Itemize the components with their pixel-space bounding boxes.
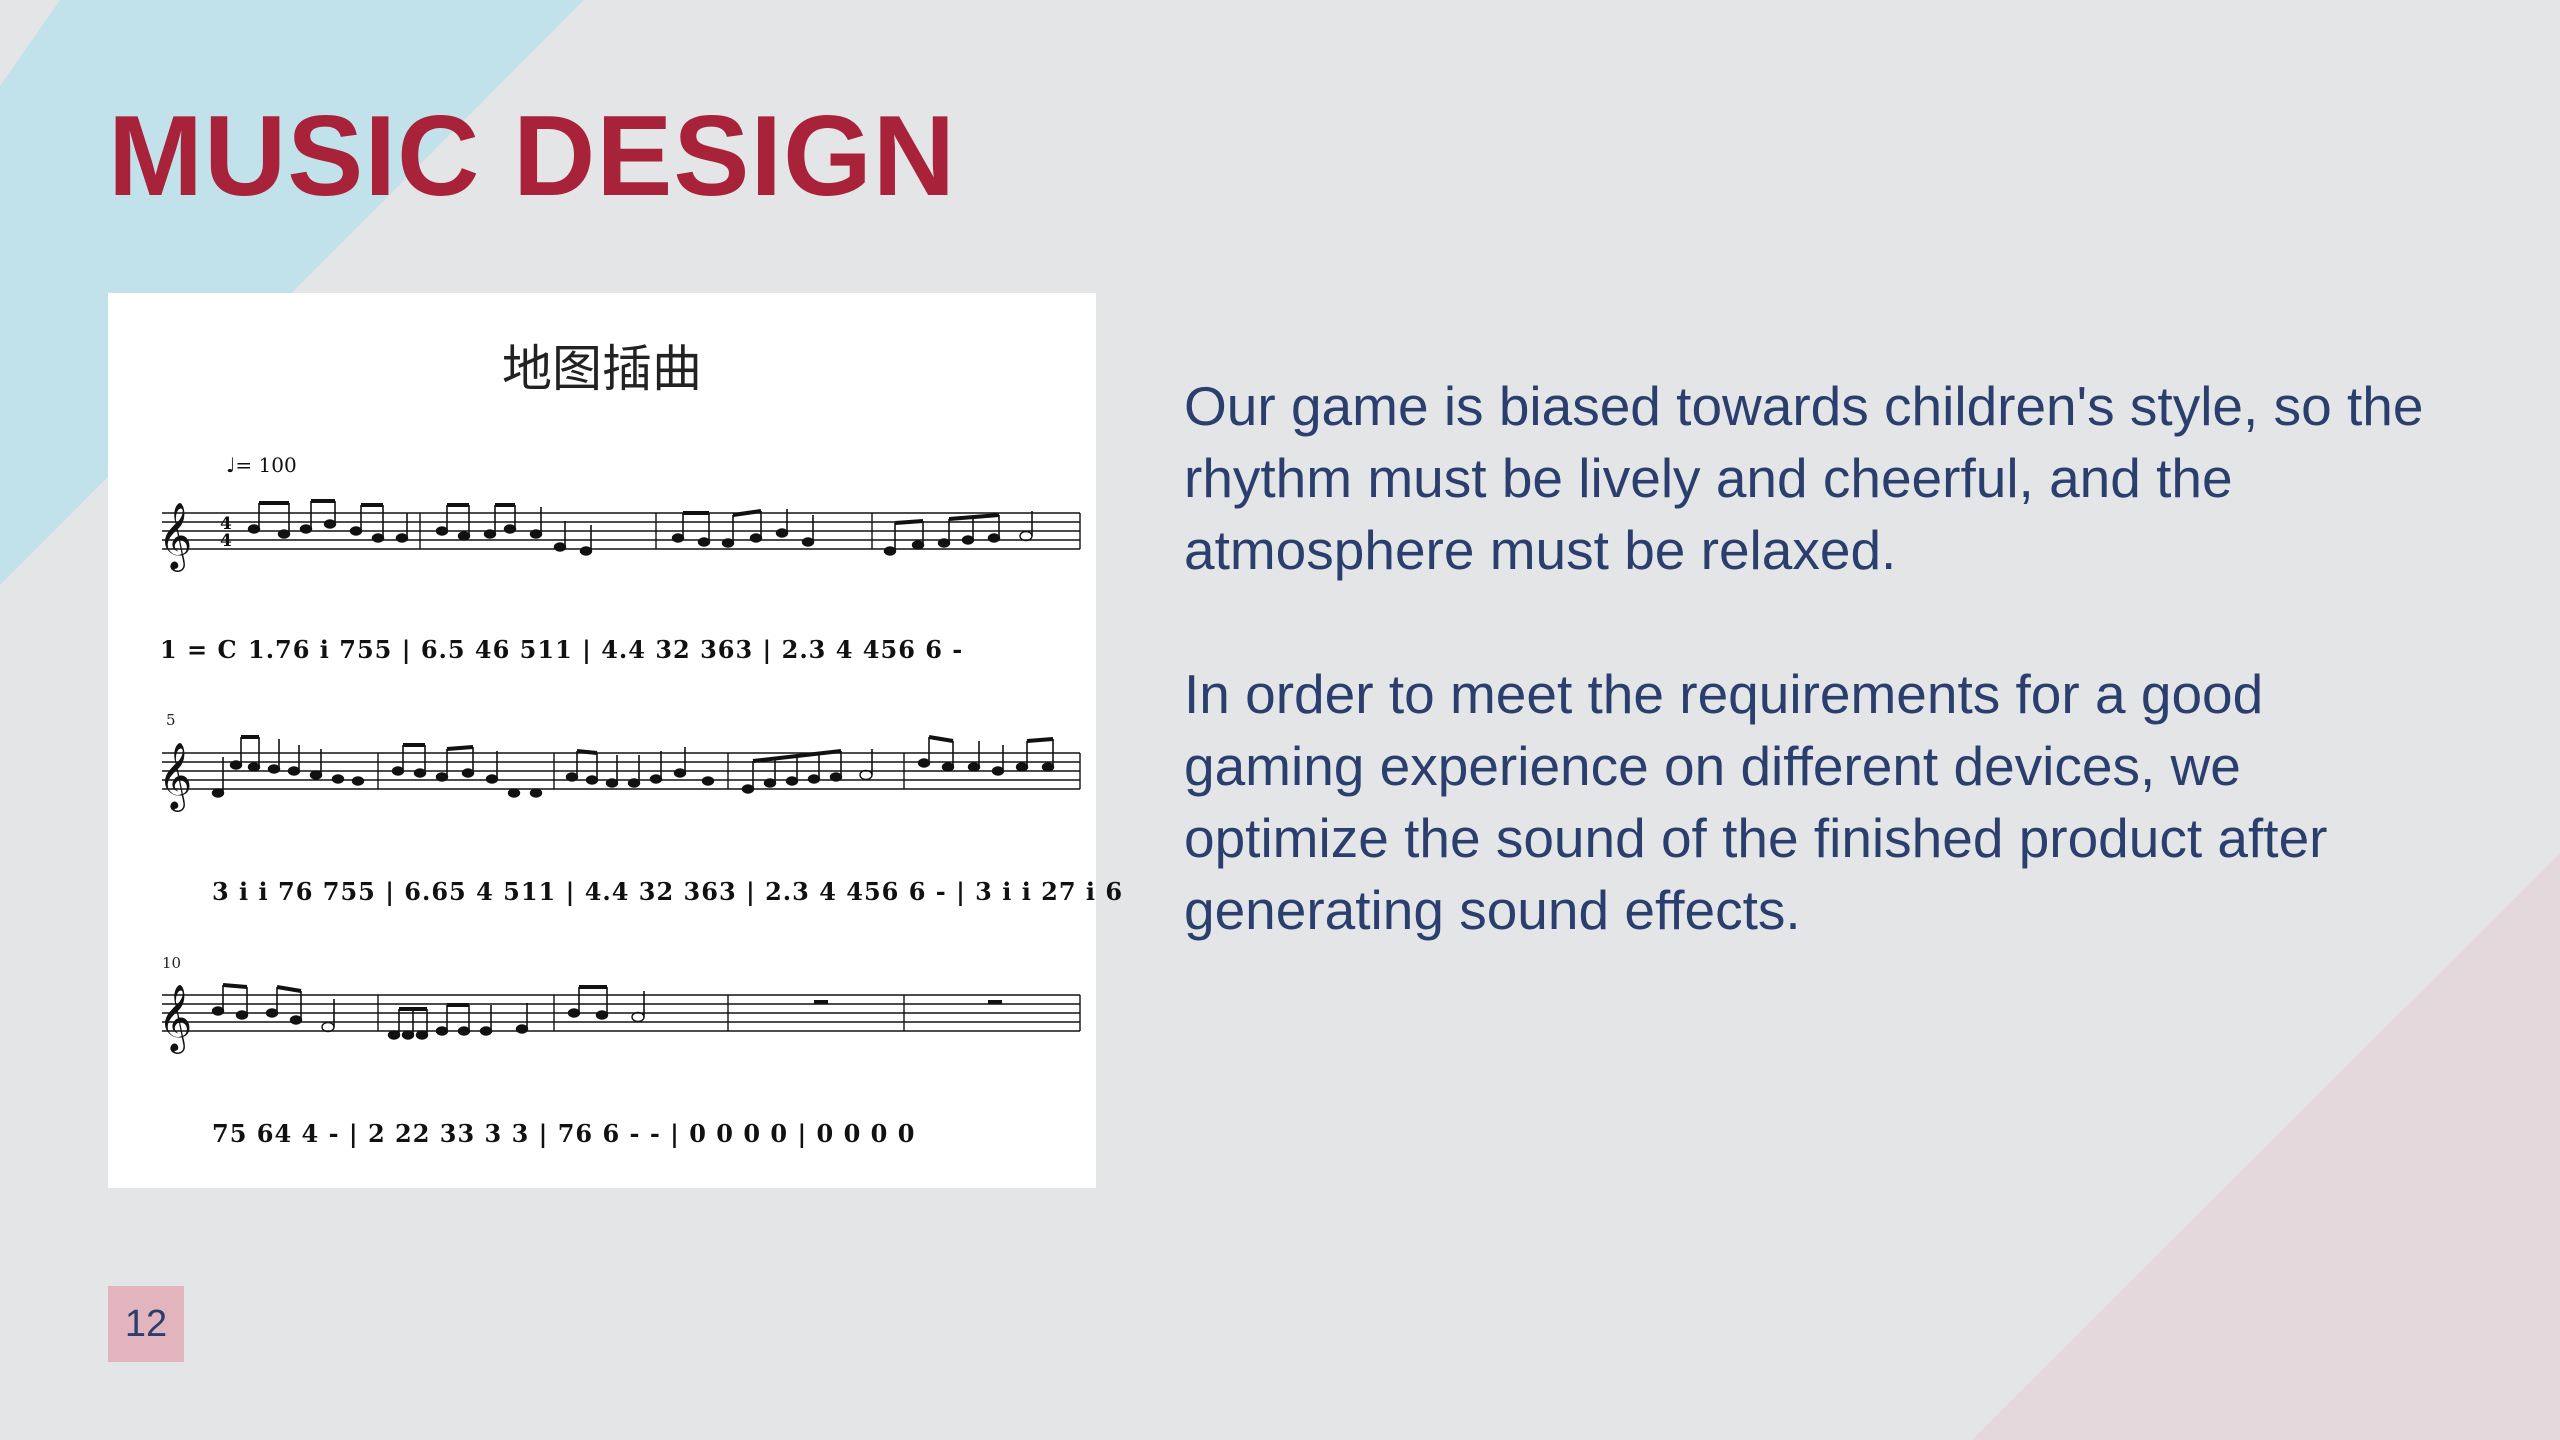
treble-clef: 𝄞 [158,501,192,572]
numbered-notation-key: 1 = C [160,635,238,664]
sheet-music-image: 地图插曲 ♩= 100 5 10 𝄞 𝄞 𝄞 4 4 1 = C 1.76 i … [108,293,1122,1188]
svg-text:4: 4 [220,531,232,551]
staff-line-3 [162,994,1081,1032]
body-paragraph: In order to meet the requirements for a … [1184,663,2328,941]
treble-clef: 𝄞 [158,983,192,1054]
body-paragraph: Our game is biased towards children's st… [1184,375,2424,581]
notes-line-2 [211,758,1055,798]
page-number-badge: 12 [108,1286,184,1362]
numbered-notation-line: 3 i i 76 755 | 6.65 4 511 | 4.4 32 363 |… [212,877,1124,906]
body-text: Our game is biased towards children's st… [1184,370,2444,1018]
slide-title: MUSIC DESIGN [108,93,957,220]
numbered-notation-line: 1.76 i 755 | 6.5 46 511 | 4.4 32 363 | 2… [248,635,964,664]
staff-notation: 𝄞 𝄞 𝄞 44 [158,499,1081,1054]
note-stems [222,499,1054,1035]
numbered-notation-line: 75 64 4 - | 2 22 33 3 3 | 76 6 - - | 0 0… [212,1119,916,1148]
notes-line-1 [247,519,1033,556]
treble-clef: 𝄞 [158,741,192,812]
